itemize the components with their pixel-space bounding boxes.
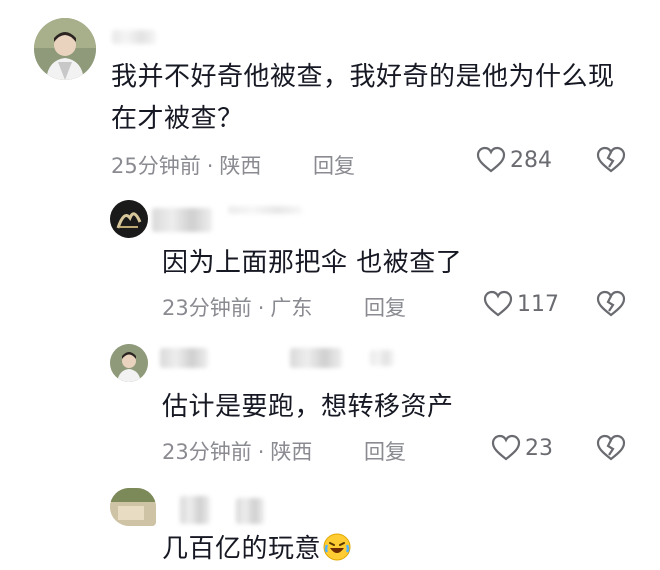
- comment-1: 我并不好奇他被查，我好奇的是他为什么现在才被查？ 25分钟前 · 陕西 回复 284: [0, 0, 660, 190]
- broken-heart-icon: [596, 290, 626, 317]
- like-button[interactable]: 23: [491, 434, 553, 462]
- dislike-button[interactable]: [596, 290, 626, 322]
- like-button[interactable]: 117: [483, 290, 559, 318]
- avatar[interactable]: [110, 200, 148, 238]
- heart-icon: [476, 146, 506, 173]
- like-count: 23: [525, 435, 553, 461]
- comment-meta: 23分钟前 · 陕西: [162, 436, 312, 466]
- comment-meta: 23分钟前 · 广东: [162, 292, 312, 322]
- meta-separator: ·: [257, 296, 265, 320]
- comment-time: 23分钟前: [162, 440, 252, 464]
- heart-icon: [491, 434, 521, 461]
- comment-4: 几百亿的玩意: [0, 470, 660, 568]
- like-count: 117: [517, 291, 559, 317]
- comment-text-content: 几百亿的玩意: [162, 534, 322, 564]
- dislike-button[interactable]: [596, 146, 626, 178]
- broken-heart-icon: [596, 434, 626, 461]
- user-avatar-image: [34, 18, 96, 80]
- reply-button[interactable]: 回复: [364, 292, 406, 322]
- comment-location: 广东: [270, 296, 313, 320]
- laughing-crying-emoji-icon: [323, 533, 351, 561]
- reply-button[interactable]: 回复: [364, 436, 406, 466]
- username-blurred[interactable]: [236, 498, 264, 524]
- user-avatar-image: [110, 344, 148, 382]
- comment-location: 陕西: [270, 440, 313, 464]
- meta-separator: ·: [257, 440, 265, 464]
- like-count: 284: [510, 147, 552, 173]
- user-avatar-image: [110, 488, 156, 526]
- like-button[interactable]: 284: [476, 146, 552, 174]
- user-avatar-image: [110, 200, 148, 238]
- comment-2: 因为上面那把伞 也被查了 23分钟前 · 广东 回复 117: [0, 190, 660, 330]
- username-blurred[interactable]: [160, 348, 208, 368]
- heart-icon: [483, 290, 513, 317]
- comment-3: 估计是要跑，想转移资产 23分钟前 · 陕西 回复 23: [0, 330, 660, 470]
- avatar[interactable]: [34, 18, 96, 80]
- reply-button[interactable]: 回复: [313, 150, 355, 180]
- username-blurred[interactable]: [180, 496, 210, 524]
- username-blurred[interactable]: [290, 348, 342, 368]
- comment-time: 25分钟前: [111, 154, 201, 178]
- username-blurred[interactable]: [228, 206, 302, 214]
- comment-text: 因为上面那把伞 也被查了: [162, 248, 463, 278]
- comment-meta: 25分钟前 · 陕西: [111, 150, 261, 180]
- comment-location: 陕西: [219, 154, 262, 178]
- username-blurred[interactable]: [152, 208, 212, 232]
- dislike-button[interactable]: [596, 434, 626, 466]
- comment-text: 几百亿的玩意: [162, 528, 602, 570]
- comment-time: 23分钟前: [162, 296, 252, 320]
- broken-heart-icon: [596, 146, 626, 173]
- avatar[interactable]: [110, 488, 156, 526]
- comment-text: 估计是要跑，想转移资产: [162, 392, 454, 422]
- username-blurred[interactable]: [112, 30, 156, 44]
- meta-separator: ·: [206, 154, 214, 178]
- avatar[interactable]: [110, 344, 148, 382]
- username-blurred[interactable]: [370, 350, 394, 366]
- comment-text: 我并不好奇他被查，我好奇的是他为什么现在才被查？: [111, 62, 615, 134]
